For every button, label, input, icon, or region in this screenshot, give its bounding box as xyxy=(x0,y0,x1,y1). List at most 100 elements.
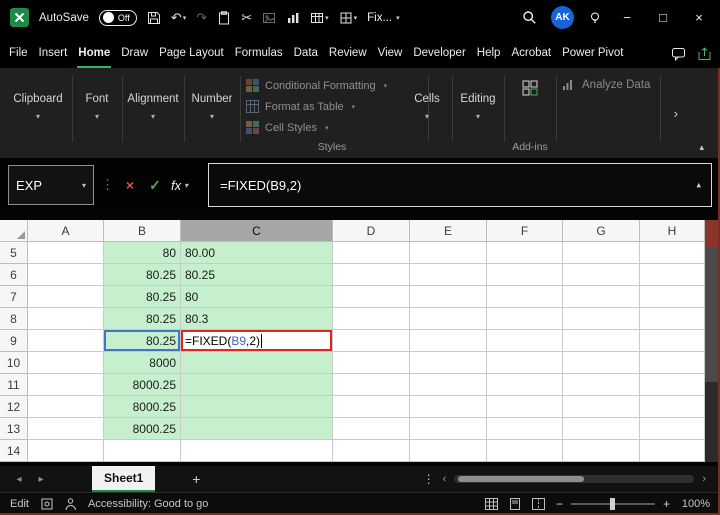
zoom-level[interactable]: 100% xyxy=(678,498,710,510)
cell-B5[interactable]: 80 xyxy=(104,242,181,264)
cell-B11[interactable]: 8000.25 xyxy=(104,374,181,396)
tab-file[interactable]: File xyxy=(8,38,29,68)
tab-review[interactable]: Review xyxy=(328,38,368,68)
cell[interactable] xyxy=(563,264,640,286)
column-header-C[interactable]: C xyxy=(181,220,333,242)
cell[interactable] xyxy=(640,418,705,440)
cell[interactable] xyxy=(487,286,563,308)
zoom-slider-thumb[interactable] xyxy=(610,498,615,510)
insert-function-button[interactable]: fx ▾ xyxy=(171,178,201,193)
cut-icon[interactable]: ✂ xyxy=(241,9,252,27)
cell[interactable] xyxy=(640,242,705,264)
cell[interactable] xyxy=(410,352,487,374)
cell-C7[interactable]: 80 xyxy=(181,286,333,308)
formula-bar-expand-chevron[interactable]: ▴ xyxy=(696,180,701,191)
sheet-options-icon[interactable]: ⋮ xyxy=(423,472,435,486)
alignment-group-button[interactable]: Alignment ▾ xyxy=(126,76,180,138)
add-sheet-button[interactable]: + xyxy=(187,471,205,487)
cell[interactable] xyxy=(28,286,104,308)
table-icon[interactable]: ▾ xyxy=(310,9,329,27)
cell[interactable] xyxy=(563,374,640,396)
cell[interactable] xyxy=(410,396,487,418)
row-header-12[interactable]: 12 xyxy=(0,396,28,418)
cell[interactable] xyxy=(487,308,563,330)
save-icon[interactable] xyxy=(147,9,161,27)
comment-icon[interactable] xyxy=(671,47,686,61)
cell-styles-button[interactable]: Cell Styles ▾ xyxy=(246,119,418,136)
zoom-out-button[interactable]: − xyxy=(556,497,563,511)
zoom-in-button[interactable]: + xyxy=(663,497,670,511)
analyze-data-button[interactable]: Analyze Data xyxy=(562,78,650,92)
borders-icon[interactable]: ▾ xyxy=(339,9,358,27)
column-header-G[interactable]: G xyxy=(563,220,640,242)
cell[interactable] xyxy=(28,242,104,264)
cell[interactable] xyxy=(333,264,410,286)
picture-icon[interactable] xyxy=(262,9,276,27)
cell[interactable] xyxy=(563,242,640,264)
chart-icon[interactable] xyxy=(286,9,300,27)
autosave-toggle[interactable]: Off xyxy=(99,10,137,26)
cell[interactable] xyxy=(28,440,104,462)
cell[interactable] xyxy=(487,374,563,396)
column-header-E[interactable]: E xyxy=(410,220,487,242)
cell[interactable] xyxy=(410,264,487,286)
minimize-button[interactable]: − xyxy=(616,10,638,25)
cell[interactable] xyxy=(28,330,104,352)
cell[interactable] xyxy=(333,374,410,396)
row-header-5[interactable]: 5 xyxy=(0,242,28,264)
tab-draw[interactable]: Draw xyxy=(120,38,149,68)
name-box[interactable]: EXP ▾ xyxy=(8,165,94,205)
tab-formulas[interactable]: Formulas xyxy=(234,38,284,68)
cell[interactable] xyxy=(563,330,640,352)
cell[interactable] xyxy=(410,374,487,396)
row-header-13[interactable]: 13 xyxy=(0,418,28,440)
cell-C6[interactable]: 80.25 xyxy=(181,264,333,286)
formula-bar-handle[interactable]: ⋮ xyxy=(101,177,114,193)
select-all-corner[interactable] xyxy=(0,220,28,242)
cell[interactable] xyxy=(333,396,410,418)
paste-icon[interactable] xyxy=(217,9,231,27)
format-as-table-button[interactable]: Format as Table ▾ xyxy=(246,98,418,115)
cell-B9-referenced[interactable]: 80.25 xyxy=(104,330,181,352)
cell[interactable] xyxy=(28,352,104,374)
tab-home[interactable]: Home xyxy=(77,38,111,68)
cell-B6[interactable]: 80.25 xyxy=(104,264,181,286)
cell[interactable] xyxy=(410,308,487,330)
horizontal-scrollbar-thumb[interactable] xyxy=(458,476,584,482)
ribbon-collapse-chevron[interactable]: ▴ xyxy=(699,142,704,153)
cell[interactable] xyxy=(640,396,705,418)
sheet-tab-sheet1[interactable]: Sheet1 xyxy=(92,466,155,492)
cell[interactable] xyxy=(333,308,410,330)
cell-B10[interactable]: 8000 xyxy=(104,352,181,374)
column-header-F[interactable]: F xyxy=(487,220,563,242)
cell[interactable] xyxy=(28,396,104,418)
cell[interactable] xyxy=(563,308,640,330)
tab-power-pivot[interactable]: Power Pivot xyxy=(561,38,624,68)
font-group-button[interactable]: Font ▾ xyxy=(76,76,118,138)
cell-C13[interactable] xyxy=(181,418,333,440)
tab-developer[interactable]: Developer xyxy=(412,38,466,68)
cell-B12[interactable]: 8000.25 xyxy=(104,396,181,418)
cell[interactable] xyxy=(28,418,104,440)
cell[interactable] xyxy=(640,308,705,330)
tab-view[interactable]: View xyxy=(377,38,404,68)
column-header-A[interactable]: A xyxy=(28,220,104,242)
undo-icon[interactable]: ↶ ▾ xyxy=(171,9,186,27)
clipboard-group-button[interactable]: Clipboard ▾ xyxy=(8,76,68,138)
cell-C5[interactable]: 80.00 xyxy=(181,242,333,264)
cell[interactable] xyxy=(410,330,487,352)
tab-page-layout[interactable]: Page Layout xyxy=(158,38,225,68)
column-header-H[interactable]: H xyxy=(640,220,705,242)
cell[interactable] xyxy=(28,264,104,286)
macro-record-icon[interactable] xyxy=(41,498,53,510)
cell-C9-editing[interactable]: =FIXED(B9,2) xyxy=(181,330,333,352)
lightbulb-icon[interactable] xyxy=(588,9,602,27)
cell-B13[interactable]: 8000.25 xyxy=(104,418,181,440)
cell[interactable] xyxy=(28,374,104,396)
cell[interactable] xyxy=(640,374,705,396)
zoom-slider[interactable] xyxy=(571,503,655,505)
maximize-button[interactable]: □ xyxy=(652,10,674,25)
cell[interactable] xyxy=(333,352,410,374)
tab-acrobat[interactable]: Acrobat xyxy=(510,38,552,68)
row-header-10[interactable]: 10 xyxy=(0,352,28,374)
